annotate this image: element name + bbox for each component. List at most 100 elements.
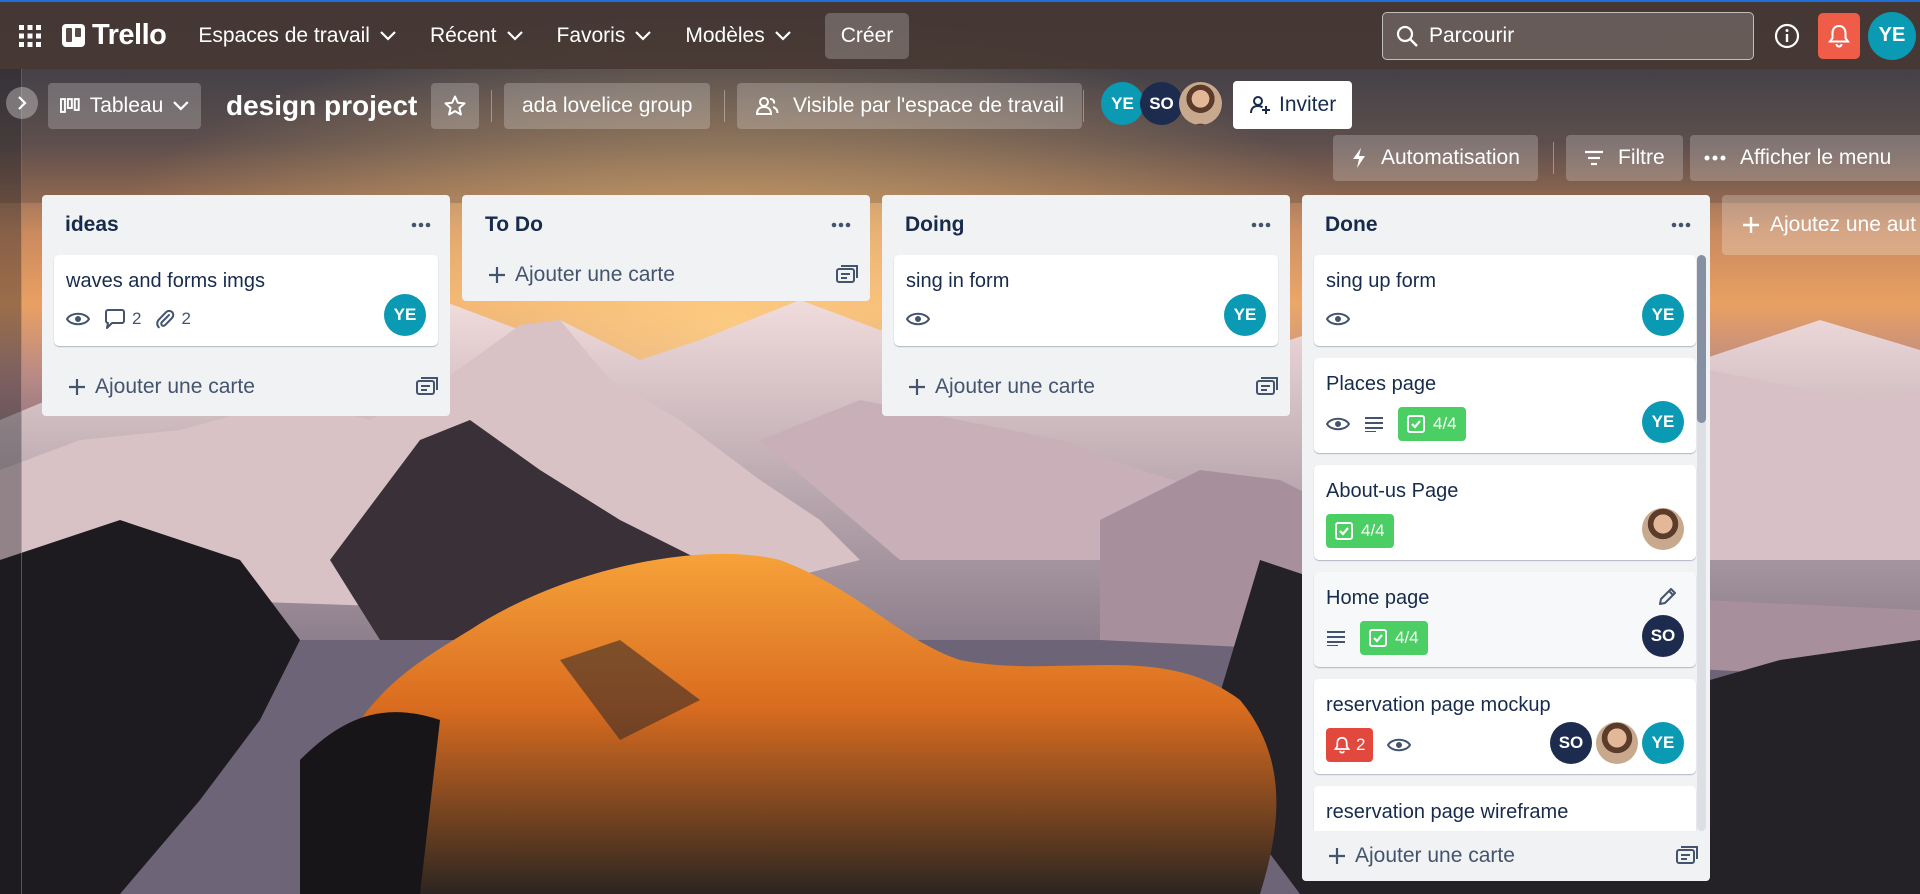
add-card-button[interactable]: Ajouter une carte <box>882 358 1290 416</box>
card-places-page[interactable]: Places page 4/4 YE <box>1314 358 1696 453</box>
add-card-label: Ajouter une carte <box>515 263 675 286</box>
notification-badge: 2 <box>1326 728 1374 762</box>
member-avatar-ye[interactable]: YE <box>1101 82 1144 125</box>
card-member-avatar[interactable]: YE <box>1642 294 1684 336</box>
templates-menu[interactable]: Modèles <box>673 13 802 59</box>
visibility-label: Visible par l'espace de travail <box>793 94 1064 117</box>
card-reservation-page-wireframe[interactable]: reservation page wireframe <box>1314 786 1696 831</box>
people-icon <box>755 97 779 115</box>
board-view-label: Tableau <box>89 94 164 117</box>
card-template-icon[interactable] <box>1676 846 1698 866</box>
card-sing-in-form[interactable]: sing in form YE <box>894 255 1278 346</box>
comment-icon <box>105 309 125 329</box>
plus-icon <box>69 379 85 395</box>
show-menu-button[interactable]: Afficher le menu <box>1690 135 1920 181</box>
favorites-menu[interactable]: Favoris <box>545 13 664 59</box>
member-avatar-photo[interactable] <box>1179 82 1222 125</box>
invite-button[interactable]: Inviter <box>1233 81 1353 129</box>
more-horizontal-icon <box>1704 155 1726 161</box>
create-button[interactable]: Créer <box>824 12 910 59</box>
add-card-button[interactable]: Ajouter une carte <box>42 358 450 416</box>
card-waves-and-forms-imgs[interactable]: waves and forms imgs 2 2 YE <box>54 255 438 346</box>
list-title[interactable]: Doing <box>905 213 964 237</box>
workspaces-menu[interactable]: Espaces de travail <box>186 13 408 59</box>
more-horizontal-icon <box>411 222 431 228</box>
board-view-switcher[interactable]: Tableau <box>48 83 201 129</box>
plus-icon <box>909 379 925 395</box>
card-template-icon[interactable] <box>1256 377 1278 397</box>
card-member-avatar[interactable]: SO <box>1550 722 1592 764</box>
bell-icon <box>1828 24 1850 48</box>
card-template-icon[interactable] <box>416 377 438 397</box>
description-badge <box>1326 630 1346 646</box>
star-board-button[interactable] <box>431 83 479 129</box>
card-member-avatar[interactable]: YE <box>1642 401 1684 443</box>
card-reservation-page-mockup[interactable]: reservation page mockup 2 SO YE <box>1314 679 1696 774</box>
checklist-badge: 4/4 <box>1360 621 1428 655</box>
card-title: sing in form <box>906 270 1010 292</box>
checkbox-icon <box>1369 629 1387 647</box>
card-home-page[interactable]: Home page 4/4 SO <box>1314 572 1696 667</box>
visibility-button[interactable]: Visible par l'espace de travail <box>737 83 1082 129</box>
add-card-button[interactable]: Ajouter une carte <box>462 249 870 301</box>
board-title[interactable]: design project <box>226 83 417 129</box>
card-about-us-page[interactable]: About-us Page 4/4 <box>1314 465 1696 560</box>
scrollbar-thumb[interactable] <box>1697 255 1706 423</box>
recent-menu[interactable]: Récent <box>418 13 535 59</box>
star-icon <box>444 95 466 116</box>
recent-label: Récent <box>429 23 497 47</box>
description-badge <box>1364 416 1384 432</box>
pencil-icon[interactable] <box>1656 586 1678 608</box>
app-switcher-button[interactable] <box>0 1 60 70</box>
card-member-avatar-photo[interactable] <box>1642 508 1684 550</box>
card-member-avatar[interactable]: SO <box>1642 615 1684 657</box>
more-horizontal-icon <box>831 222 851 228</box>
list-title[interactable]: ideas <box>65 213 119 237</box>
filter-label: Filtre <box>1618 146 1665 169</box>
description-icon <box>1365 417 1383 432</box>
chevron-down-icon <box>635 30 652 41</box>
top-navigation-bar: Trello Espaces de travail Récent Favoris… <box>0 0 1920 69</box>
card-member-avatar[interactable]: YE <box>1642 722 1684 764</box>
member-avatar-so[interactable]: SO <box>1140 82 1183 125</box>
workspace-button[interactable]: ada lovelice group <box>504 83 711 129</box>
list-actions-button[interactable] <box>1246 210 1276 240</box>
plus-icon <box>489 267 505 283</box>
search-input[interactable]: Parcourir <box>1382 11 1754 60</box>
paperclip-icon <box>156 309 175 329</box>
list-actions-button[interactable] <box>406 210 436 240</box>
eye-icon <box>1326 312 1350 326</box>
checklist-badge: 4/4 <box>1398 407 1466 441</box>
notification-count: 2 <box>1356 735 1366 754</box>
trello-logo[interactable]: Trello <box>60 1 176 70</box>
checklist-progress: 4/4 <box>1395 628 1419 647</box>
checkbox-icon <box>1335 522 1353 540</box>
list-actions-button[interactable] <box>826 210 856 240</box>
filter-button[interactable]: Filtre <box>1566 135 1683 181</box>
lightning-icon <box>1353 148 1365 168</box>
add-card-button[interactable]: Ajouter une carte <box>1302 831 1710 881</box>
show-menu-label: Afficher le menu <box>1740 146 1892 169</box>
add-list-button[interactable]: Ajoutez une aut <box>1722 195 1920 255</box>
expand-sidebar-button[interactable] <box>6 87 38 119</box>
notifications-button[interactable] <box>1818 12 1860 59</box>
board-view-icon <box>60 98 80 113</box>
card-sing-up-form[interactable]: sing up form YE <box>1314 255 1696 346</box>
list-scrollbar[interactable] <box>1697 255 1706 831</box>
watching-badge <box>1326 416 1350 432</box>
card-member-avatar[interactable]: YE <box>384 294 426 336</box>
automation-button[interactable]: Automatisation <box>1333 135 1538 181</box>
list-title[interactable]: Done <box>1325 213 1378 237</box>
card-title: sing up form <box>1326 270 1437 292</box>
info-button[interactable] <box>1766 13 1808 59</box>
list-actions-button[interactable] <box>1666 210 1696 240</box>
user-avatar[interactable]: YE <box>1868 11 1916 60</box>
card-member-avatar[interactable]: YE <box>1224 294 1266 336</box>
card-member-avatar-photo[interactable] <box>1596 722 1638 764</box>
card-template-icon[interactable] <box>836 265 858 285</box>
add-card-label: Ajouter une carte <box>935 375 1095 398</box>
list-title[interactable]: To Do <box>485 213 543 237</box>
list-cards-scroll-area[interactable]: sing up form YE Places page 4/4 YE About… <box>1302 255 1710 831</box>
watching-badge <box>66 311 90 327</box>
chevron-right-icon <box>18 96 27 110</box>
